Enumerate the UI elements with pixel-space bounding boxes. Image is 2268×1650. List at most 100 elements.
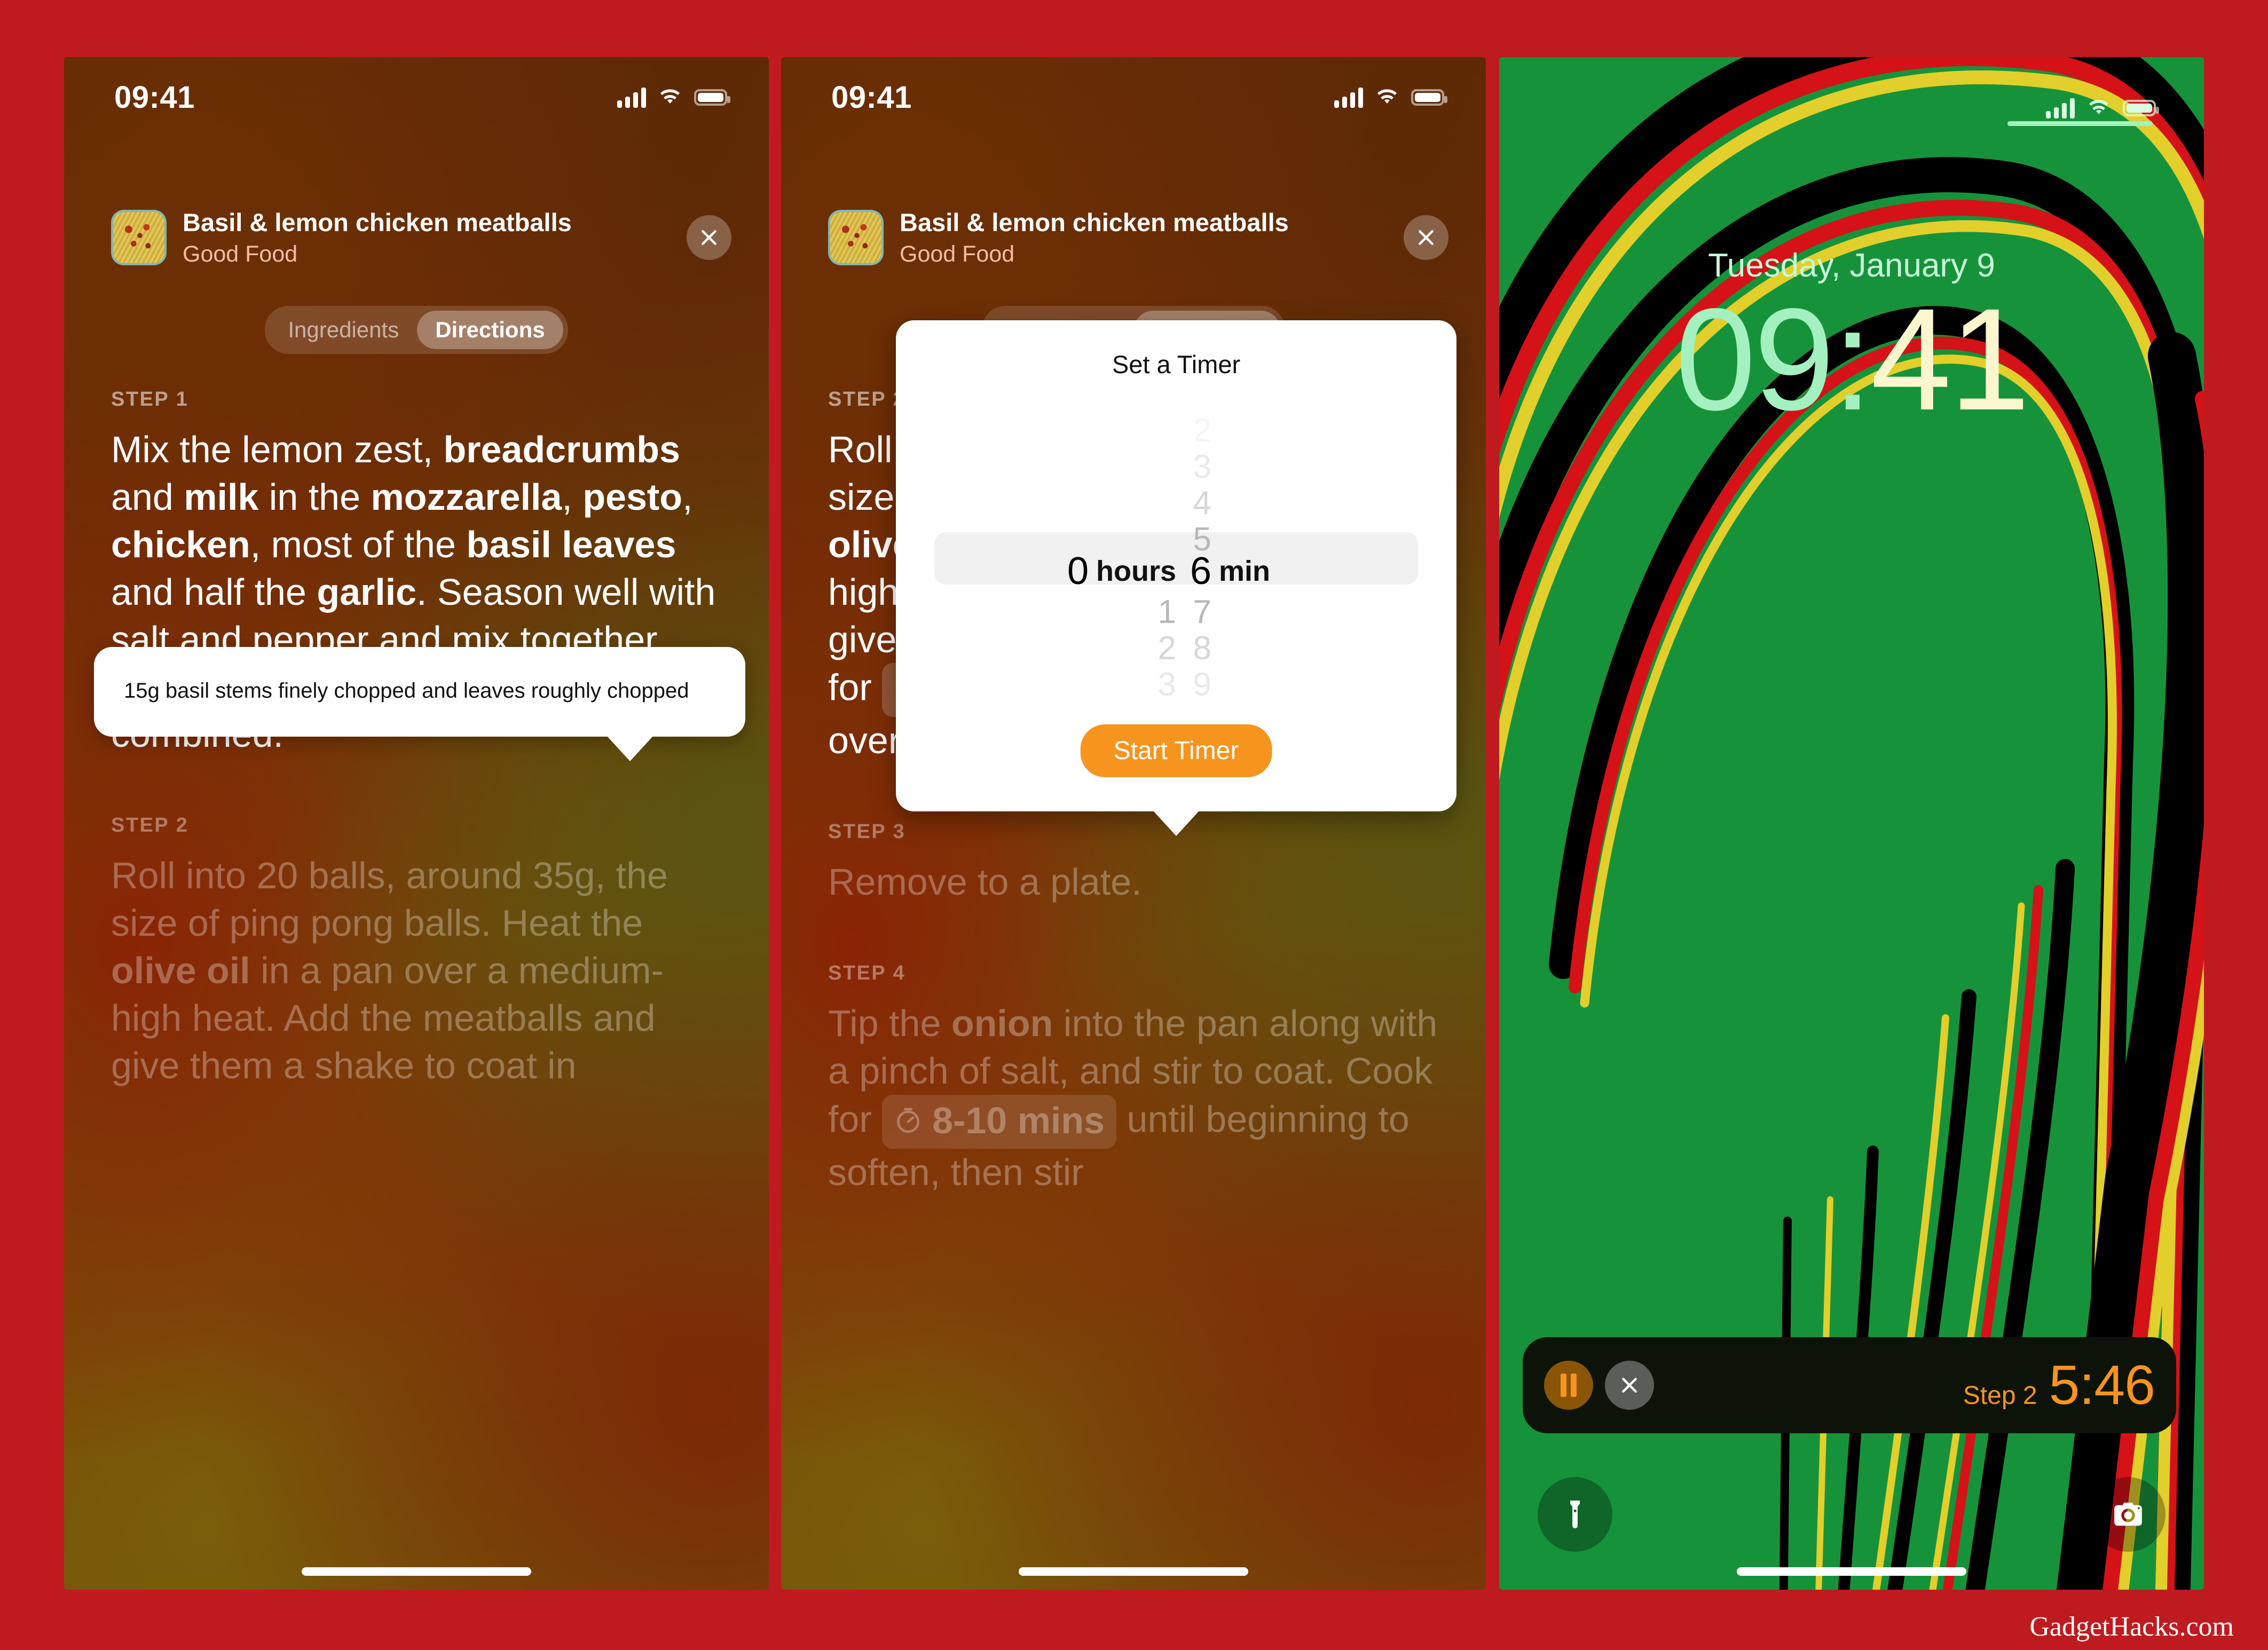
picker-option-value: 9 <box>1193 666 1211 702</box>
step-text: Remove to a plate. <box>828 861 1142 903</box>
start-timer-button[interactable]: Start Timer <box>1080 724 1272 777</box>
recipe-title: Basil & lemon chicken meatballs <box>183 208 572 236</box>
status-bar-icons <box>2046 97 2159 119</box>
wifi-icon <box>1377 89 1397 104</box>
step-label: STEP 1 <box>111 388 189 410</box>
recipe-thumbnail <box>828 210 884 265</box>
recipe-source: Good Food <box>900 241 1015 267</box>
step-keyword[interactable]: olive oil <box>111 950 250 991</box>
dialog-title: Set a Timer <box>1112 350 1241 378</box>
status-bar <box>1499 57 2204 159</box>
picker-selected-option[interactable]: 0 hours <box>1044 549 1176 593</box>
step-spacer <box>828 906 1439 962</box>
picker-option-value: 1 <box>1157 593 1176 630</box>
battery-icon <box>1411 89 1447 106</box>
watermark: GadgetHacks.com <box>2029 1612 2234 1642</box>
recipe-steps-list[interactable]: STEP 1 Mix the lemon zest, breadcrumbs an… <box>64 388 769 1590</box>
battery-icon <box>694 89 730 106</box>
phone-screen-lock-screen: Tuesday, January 9 09:41 Step 2 5:46 <box>1499 57 2204 1590</box>
recipe-thumbnail <box>111 210 167 265</box>
wifi-icon <box>660 89 680 104</box>
picker-option[interactable]: 9 <box>1176 662 1309 702</box>
home-indicator[interactable] <box>302 1567 531 1576</box>
set-timer-dialog: Set a Timer 0hours1234 54326min78910 Sta… <box>896 320 1456 836</box>
step-label: STEP 2 <box>111 814 189 837</box>
step-keyword[interactable]: onion <box>951 1002 1053 1044</box>
status-bar: 09:41 <box>64 57 769 137</box>
pause-button[interactable] <box>1544 1361 1593 1410</box>
status-bar-time: 09:41 <box>114 80 195 115</box>
step-keyword[interactable]: breadcrumbs <box>443 429 680 470</box>
picker-unit-label: hours <box>1096 555 1176 587</box>
home-indicator[interactable] <box>1737 1567 1966 1576</box>
signal-bars-icon <box>1334 86 1363 108</box>
picker-selected-option[interactable]: 6 min <box>1176 549 1309 593</box>
wallpaper-underline <box>2007 121 2153 126</box>
picker-option-value: 7 <box>1193 593 1211 630</box>
inline-timer-chip[interactable]: 8-10 mins <box>882 1094 1117 1149</box>
recipe-title-block: Basil & lemon chicken meatballs Good Foo… <box>900 208 1404 267</box>
picker-option-value: 3 <box>1157 666 1176 702</box>
recipe-header: Basil & lemon chicken meatballs Good Foo… <box>64 206 769 270</box>
status-bar-icons <box>1334 86 1447 108</box>
minutes-picker-column[interactable]: 54326min78910 <box>1176 414 1309 702</box>
status-bar-icons <box>617 86 730 108</box>
picker-option-value: 8 <box>1193 629 1211 667</box>
live-activity-step-label: Step 2 <box>1963 1381 2037 1410</box>
picker-option-value: 3 <box>1193 448 1211 485</box>
tab-directions[interactable]: Directions <box>417 311 563 349</box>
picker-selected-value: 0 <box>1067 550 1089 593</box>
status-bar-time: 09:41 <box>831 80 912 115</box>
home-indicator[interactable] <box>1019 1567 1248 1576</box>
live-activity-remaining: 5:46 <box>2049 1354 2155 1416</box>
picker-option[interactable]: 10 <box>1176 699 1309 702</box>
step-label: STEP 3 <box>828 820 906 843</box>
close-button[interactable] <box>687 215 731 260</box>
live-activity-timer[interactable]: Step 2 5:46 <box>1523 1337 2176 1433</box>
signal-bars-icon <box>2046 97 2075 119</box>
recipe-header: Basil & lemon chicken meatballs Good Foo… <box>781 206 1486 270</box>
camera-button[interactable] <box>2091 1477 2165 1552</box>
step-keyword[interactable]: pesto <box>582 476 682 518</box>
battery-icon <box>2123 99 2159 116</box>
inline-timer-label: 8-10 mins <box>932 1099 1105 1141</box>
phone-screen-timer-dialog: 09:41 Basil & lemon chicken meatballs Go… <box>781 57 1486 1590</box>
wifi-icon <box>2089 100 2109 114</box>
clock-minutes: 41 <box>1870 278 2030 440</box>
ingredient-tooltip: 15g basil stems finely chopped and leave… <box>94 647 745 761</box>
signal-bars-icon <box>617 86 646 108</box>
picker-option[interactable]: 3 <box>1044 662 1176 702</box>
tooltip-tail <box>607 736 653 761</box>
tab-bar: Ingredients Directions <box>64 306 769 354</box>
clock-hours: 09: <box>1675 278 1873 440</box>
recipe-title-block: Basil & lemon chicken meatballs Good Foo… <box>183 208 687 267</box>
screenshot-stage: 09:41 Basil & lemon chicken meatballs Go… <box>0 0 2268 1650</box>
step-keyword[interactable]: basil leaves <box>466 524 676 565</box>
hours-picker-column[interactable]: 0hours1234 <box>1044 414 1176 702</box>
stop-timer-button[interactable] <box>1605 1361 1654 1410</box>
picker-unit-label: min <box>1219 555 1271 587</box>
step-text: Tip the onion into the pan along with a … <box>828 1002 1438 1193</box>
flashlight-button[interactable] <box>1538 1477 1612 1552</box>
step-keyword[interactable]: milk <box>184 476 258 518</box>
phone-screen-recipe-step1: 09:41 Basil & lemon chicken meatballs Go… <box>64 57 769 1590</box>
close-icon <box>702 230 716 245</box>
timer-icon <box>897 1108 920 1133</box>
pause-icon <box>1561 1373 1566 1397</box>
step-keyword[interactable]: chicken <box>111 524 250 565</box>
camera-icon <box>2114 1503 2142 1526</box>
step-spacer <box>111 758 722 814</box>
lock-screen-clock: 09:41 <box>1499 287 2204 432</box>
picker-option[interactable]: 4 <box>1044 699 1176 702</box>
picker-selected-value: 6 <box>1190 550 1211 593</box>
recipe-source: Good Food <box>183 241 298 267</box>
flashlight-icon <box>1570 1501 1580 1528</box>
step-keyword[interactable]: mozzarella <box>371 476 562 518</box>
close-button[interactable] <box>1404 215 1448 260</box>
step-text: Roll into 20 balls, around 35g, the size… <box>111 855 668 1086</box>
picker-option[interactable]: 2 <box>1176 414 1309 452</box>
tab-ingredients[interactable]: Ingredients <box>270 311 417 349</box>
live-activity-info: Step 2 5:46 <box>1963 1357 2155 1413</box>
step-keyword[interactable]: garlic <box>317 571 416 613</box>
duration-picker[interactable]: 0hours1234 54326min78910 <box>896 414 1456 702</box>
